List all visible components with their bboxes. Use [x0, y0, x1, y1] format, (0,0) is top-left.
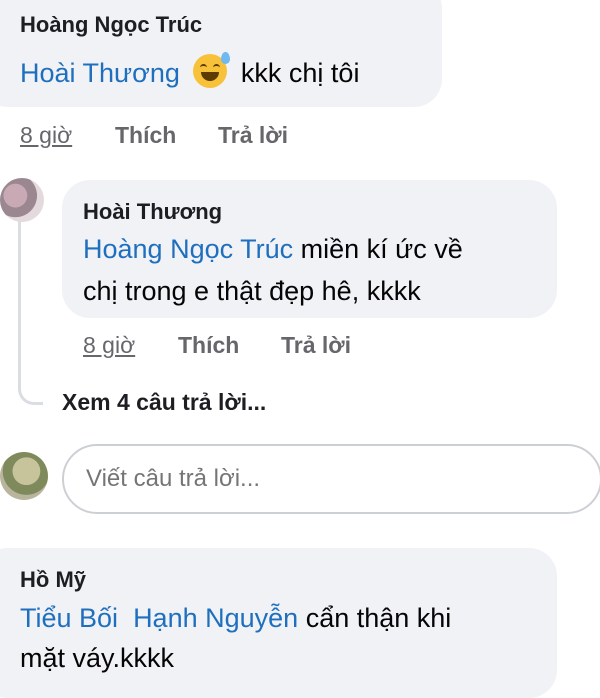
comment-body: miền kí ức về: [293, 234, 463, 264]
mention-link[interactable]: Hạnh Nguyễn: [133, 603, 298, 633]
comment-body: kkk chị tôi: [240, 58, 360, 88]
like-button[interactable]: Thích: [115, 122, 176, 149]
timestamp-link[interactable]: 8 giờ: [20, 122, 72, 149]
avatar[interactable]: [0, 452, 48, 500]
thread-line: [18, 212, 43, 405]
reply-button[interactable]: Trả lời: [281, 332, 351, 359]
view-replies-link[interactable]: Xem 4 câu trả lời...: [62, 389, 266, 416]
comment-author[interactable]: Hồ Mỹ: [20, 567, 86, 593]
mention-link[interactable]: Tiểu Bối: [20, 603, 118, 633]
comment-text-line2: mặt váy.kkkk: [20, 643, 175, 673]
like-button[interactable]: Thích: [178, 332, 239, 359]
grinning-sweat-emoji-icon: [193, 52, 231, 88]
mention-link[interactable]: Hoàng Ngọc Trúc: [83, 234, 293, 264]
mention-link[interactable]: Hoài Thương: [20, 58, 180, 88]
reply-button[interactable]: Trả lời: [218, 122, 288, 149]
comment-author[interactable]: Hoài Thương: [83, 199, 222, 225]
timestamp-link[interactable]: 8 giờ: [83, 332, 135, 359]
comment-author[interactable]: Hoàng Ngọc Trúc: [20, 12, 202, 38]
comment-text-line2: chị trong e thật đẹp hê, kkkk: [83, 276, 421, 306]
comment-text: Tiểu Bối Hạnh Nguyễn cẩn thận khi: [20, 597, 451, 639]
avatar[interactable]: [0, 178, 44, 222]
comment-body: cẩn thận khi: [298, 603, 452, 633]
reply-input[interactable]: [62, 444, 600, 514]
comment-text: Hoài Thương kkk chị tôi: [20, 52, 359, 94]
comment-text: Hoàng Ngọc Trúc miền kí ức về: [83, 228, 463, 270]
